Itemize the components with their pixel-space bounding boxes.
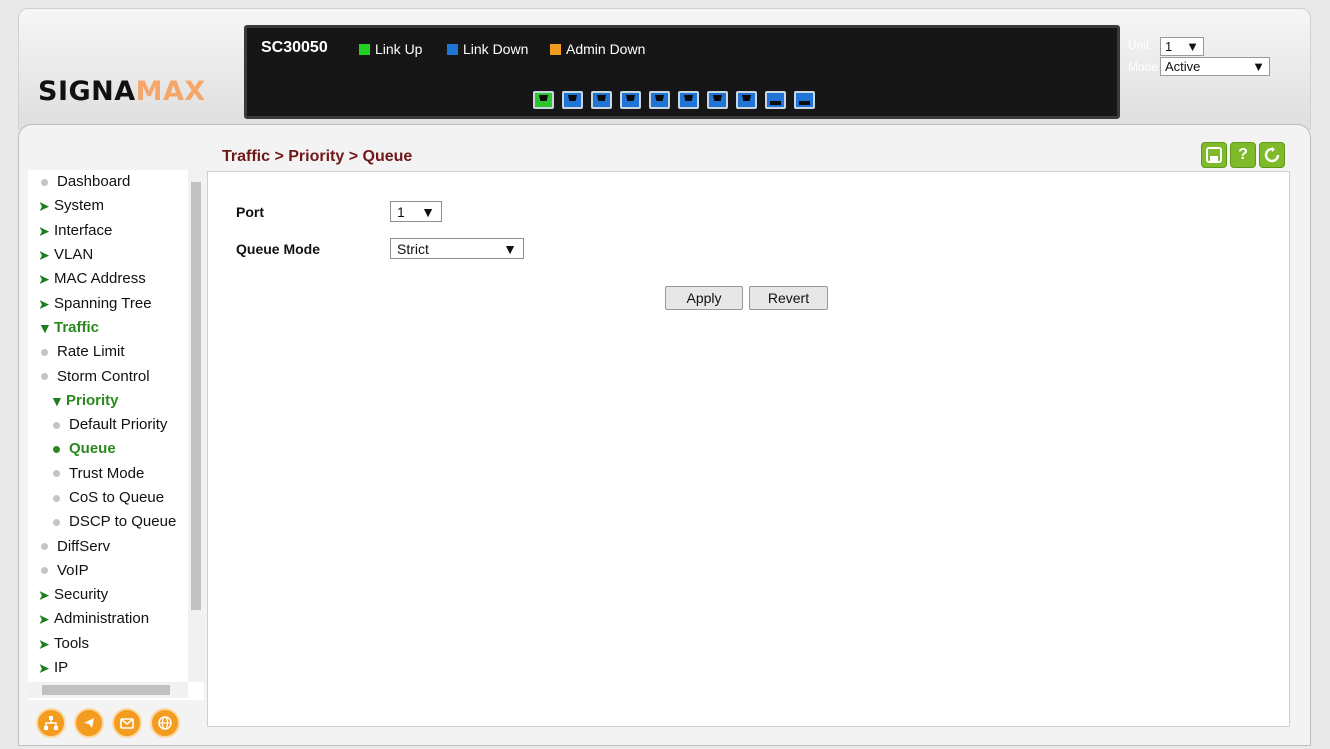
bullet-icon xyxy=(41,567,48,575)
nav-interface[interactable]: ➤ Interface xyxy=(38,219,198,243)
link-up-swatch xyxy=(359,43,370,55)
port-label: Port xyxy=(236,204,264,220)
link-down-swatch xyxy=(447,43,458,55)
port-icon[interactable] xyxy=(649,91,670,109)
chevron-right-icon: ➤ xyxy=(38,660,50,677)
legend-link-up: Link Up xyxy=(359,41,422,57)
mode-label: Mode xyxy=(1128,60,1159,74)
sfp-port-icon[interactable] xyxy=(794,91,815,109)
chevron-down-icon: ▼ xyxy=(50,392,64,409)
chevron-right-icon: ➤ xyxy=(38,271,50,288)
globe-icon[interactable] xyxy=(150,708,180,738)
nav-storm-control[interactable]: Storm Control xyxy=(38,364,198,388)
nav-diffserv[interactable]: DiffServ xyxy=(38,534,198,558)
port-icon[interactable] xyxy=(562,91,583,109)
port-icon[interactable] xyxy=(707,91,728,109)
queue-mode-select[interactable]: Strict ▼ xyxy=(390,238,524,259)
nav-vlan[interactable]: ➤ VLAN xyxy=(38,243,198,267)
chevron-right-icon: ➤ xyxy=(38,222,50,239)
sidebar-horizontal-scrollbar[interactable] xyxy=(28,682,188,698)
scrollbar-thumb[interactable] xyxy=(42,685,170,695)
bullet-icon xyxy=(53,518,60,526)
bullet-icon xyxy=(53,494,60,502)
revert-button[interactable]: Revert xyxy=(749,286,828,310)
chevron-down-icon: ▼ xyxy=(38,319,52,336)
signamax-logo: SIGNAMAX xyxy=(38,76,206,107)
apply-button[interactable]: Apply xyxy=(665,286,743,310)
sidebar: Dashboard ➤ System ➤ Interface ➤ VLAN ➤ MAC … xyxy=(28,170,204,700)
bullet-icon xyxy=(41,543,48,551)
bullet-icon xyxy=(53,470,60,478)
dropdown-arrow-icon: ▼ xyxy=(1252,59,1265,74)
unit-select[interactable]: 1 ▼ xyxy=(1160,37,1204,56)
bullet-icon xyxy=(41,373,48,381)
help-icon[interactable]: ? xyxy=(1230,142,1256,168)
scrollbar-thumb[interactable] xyxy=(191,182,201,610)
admin-down-swatch xyxy=(550,43,561,55)
port-icon[interactable] xyxy=(533,91,554,109)
port-icon[interactable] xyxy=(736,91,757,109)
chevron-right-icon: ➤ xyxy=(38,198,50,215)
nav-system[interactable]: ➤ System xyxy=(38,194,198,218)
nav-queue[interactable]: Queue xyxy=(38,437,198,461)
breadcrumb: Traffic > Priority > Queue xyxy=(222,148,413,165)
content-panel: Port 1 ▼ Queue Mode Strict ▼ Apply Revert xyxy=(207,171,1290,727)
mode-select[interactable]: Active ▼ xyxy=(1160,57,1270,76)
link-icon[interactable] xyxy=(74,708,104,738)
chevron-right-icon: ➤ xyxy=(38,611,50,628)
queue-mode-label: Queue Mode xyxy=(236,241,321,257)
nav-mac-address[interactable]: ➤ MAC Address xyxy=(38,267,198,291)
chevron-right-icon: ➤ xyxy=(38,295,50,312)
bullet-icon xyxy=(53,445,60,453)
bottom-icon-bar xyxy=(36,708,180,738)
unit-label: Unit xyxy=(1128,38,1150,52)
nav-trust-mode[interactable]: Trust Mode xyxy=(38,462,198,486)
nav-dscp-to-queue[interactable]: DSCP to Queue xyxy=(38,510,198,534)
port-select[interactable]: 1 ▼ xyxy=(390,201,442,222)
nav-voip[interactable]: VoIP xyxy=(38,559,198,583)
port-icon[interactable] xyxy=(620,91,641,109)
port-row xyxy=(533,91,815,109)
chevron-right-icon: ➤ xyxy=(38,247,50,264)
port-icon[interactable] xyxy=(678,91,699,109)
save-icon[interactable] xyxy=(1201,142,1227,168)
nav-security[interactable]: ➤ Security xyxy=(38,583,198,607)
switch-panel: SC30050 Link Up Link Down Admin Down xyxy=(244,25,1120,119)
nav-priority[interactable]: ▼ Priority xyxy=(38,389,198,413)
model-name: SC30050 xyxy=(261,39,328,56)
sidebar-vertical-scrollbar[interactable] xyxy=(188,170,204,682)
nav-traffic[interactable]: ▼ Traffic xyxy=(38,316,198,340)
network-icon[interactable] xyxy=(36,708,66,738)
toolbar: ? xyxy=(1201,142,1285,168)
nav-default-priority[interactable]: Default Priority xyxy=(38,413,198,437)
sfp-port-icon[interactable] xyxy=(765,91,786,109)
bullet-icon xyxy=(53,421,60,429)
refresh-icon[interactable] xyxy=(1259,142,1285,168)
mail-icon[interactable] xyxy=(112,708,142,738)
nav-cos-to-queue[interactable]: CoS to Queue xyxy=(38,486,198,510)
chevron-right-icon: ➤ xyxy=(38,635,50,652)
nav-dashboard[interactable]: Dashboard xyxy=(38,170,198,194)
dropdown-arrow-icon: ▼ xyxy=(421,203,435,220)
nav-rate-limit[interactable]: Rate Limit xyxy=(38,340,198,364)
legend-admin-down: Admin Down xyxy=(550,41,645,57)
legend-link-down: Link Down xyxy=(447,41,528,57)
nav-spanning-tree[interactable]: ➤ Spanning Tree xyxy=(38,291,198,315)
dropdown-arrow-icon: ▼ xyxy=(503,240,517,257)
bullet-icon xyxy=(41,178,48,186)
nav-tree: Dashboard ➤ System ➤ Interface ➤ VLAN ➤ MAC … xyxy=(38,170,198,680)
bullet-icon xyxy=(41,348,48,356)
nav-tools[interactable]: ➤ Tools xyxy=(38,632,198,656)
nav-ip[interactable]: ➤ IP xyxy=(38,656,198,680)
port-icon[interactable] xyxy=(591,91,612,109)
nav-administration[interactable]: ➤ Administration xyxy=(38,607,198,631)
dropdown-arrow-icon: ▼ xyxy=(1186,39,1199,54)
chevron-right-icon: ➤ xyxy=(38,587,50,604)
